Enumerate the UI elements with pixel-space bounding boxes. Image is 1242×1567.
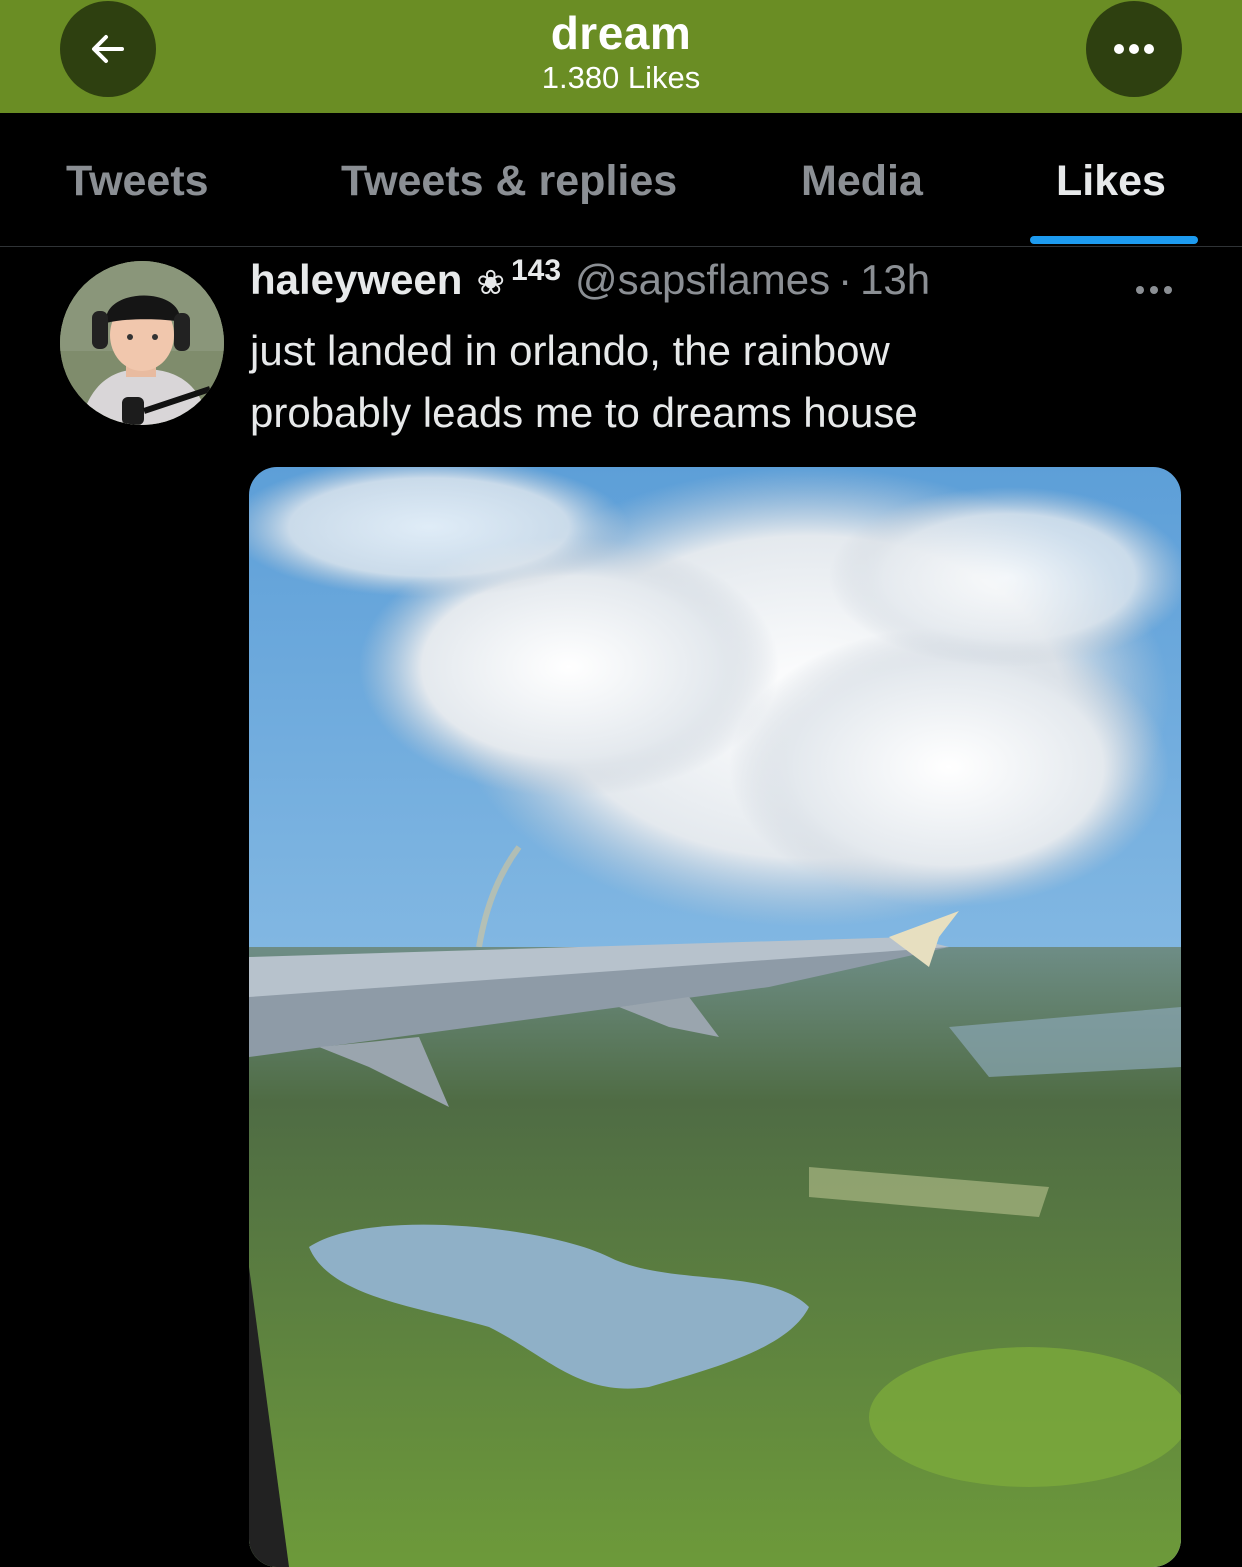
tweet-more-button[interactable] (1132, 266, 1176, 305)
profile-header: dream 1.380 Likes (0, 0, 1242, 113)
ellipsis-icon (1136, 286, 1172, 294)
profile-name: dream (550, 7, 692, 59)
profile-tabs: Tweets Tweets & replies Media Likes (0, 113, 1242, 247)
tab-tweets[interactable]: Tweets (66, 157, 209, 206)
tab-likes[interactable]: Likes (1056, 157, 1166, 206)
tab-media[interactable]: Media (801, 157, 923, 206)
tweet-text-line: just landed in orlando, the rainbow (250, 327, 890, 374)
ellipsis-icon (1114, 44, 1154, 54)
avatar[interactable] (60, 261, 224, 425)
tweet-photo[interactable] (249, 467, 1181, 1567)
active-tab-indicator (1030, 236, 1198, 244)
tab-tweets-replies[interactable]: Tweets & replies (341, 157, 677, 206)
separator-dot: · (838, 256, 853, 303)
tweet-text: just landed in orlando, the rainbow prob… (250, 320, 1150, 444)
photo-airplane-window-icon (249, 467, 1181, 1567)
user-handle[interactable]: @sapsflames (575, 256, 830, 304)
tweet-text-line: probably leads me to dreams house (250, 389, 918, 436)
flower-icon: ❀ (476, 264, 505, 302)
tweet-timestamp[interactable]: 13h (860, 256, 930, 304)
tweet-header: haleyween ❀ 143 @sapsflames · 13h (250, 254, 930, 312)
display-name[interactable]: haleyween (250, 256, 462, 304)
more-options-button[interactable] (1086, 1, 1182, 97)
likes-count: 1.380 Likes (541, 60, 701, 95)
name-number: 143 (510, 254, 562, 287)
